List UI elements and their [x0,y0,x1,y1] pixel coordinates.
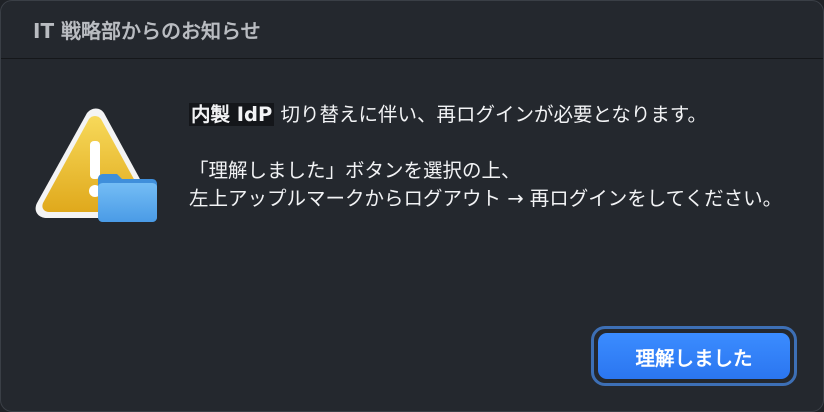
message-line-1: 切り替えに伴い、再ログインが必要となります。 [274,103,707,126]
dialog-title: IT 戦略部からのお知らせ [33,19,261,43]
message-paragraph-1: 内製 IdP 切り替えに伴い、再ログインが必要となります。 [189,101,789,129]
message-line-3: 左上アップルマークからログアウト → 再ログインをしてください。 [189,187,783,210]
understood-button[interactable]: 理解しました [598,333,790,379]
dialog-message: 内製 IdP 切り替えに伴い、再ログインが必要となります。 「理解しました」ボタ… [189,101,789,213]
message-line-2: 「理解しました」ボタンを選択の上、 [189,159,521,182]
dialog-titlebar: IT 戦略部からのお知らせ [1,1,823,59]
alert-dialog: IT 戦略部からのお知らせ 内製 IdP 切り替えに伴い、再ログインが必要となり… [0,0,824,412]
folder-icon [98,174,157,222]
message-highlight: 内製 IdP [189,103,275,126]
alert-icon-group [31,107,163,227]
